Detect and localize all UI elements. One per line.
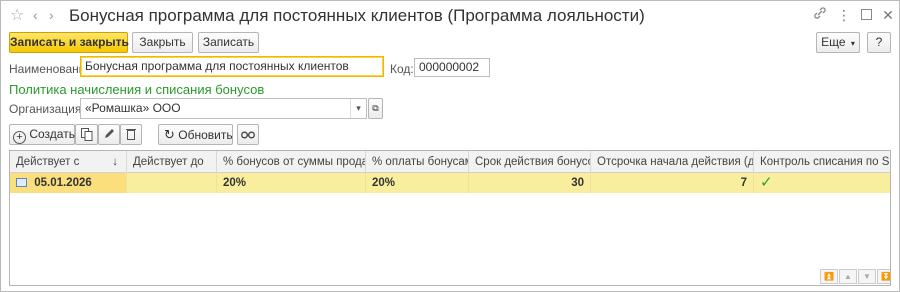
code-label: Код: (390, 62, 414, 76)
cell-from[interactable]: 05.01.2026 (10, 173, 127, 193)
record-icon (16, 178, 27, 187)
code-input[interactable]: 000000002 (414, 58, 490, 77)
more-button-label: Еще (821, 35, 846, 49)
save-and-close-button[interactable]: Записать и закрыть (9, 32, 129, 53)
cell-bonus-pct[interactable]: 20% (217, 173, 366, 193)
more-menu-icon[interactable]: ⋮ (835, 6, 853, 24)
cell-to[interactable] (127, 173, 217, 193)
column-header-pay-pct[interactable]: % оплаты бонусами (366, 151, 469, 173)
checkmark-icon: ✓ (760, 174, 773, 191)
back-arrow-icon[interactable]: ‹ (33, 8, 43, 22)
save-button[interactable]: Записать (198, 32, 259, 53)
organization-label: Организация: (9, 102, 85, 116)
plus-circle-icon: + (13, 131, 26, 144)
edit-pencil-icon[interactable] (98, 124, 120, 145)
delete-icon[interactable] (120, 124, 142, 145)
column-header-bonus-pct[interactable]: % бонусов от суммы продажи (217, 151, 366, 173)
column-header-validity[interactable]: Срок действия бонусов (469, 151, 591, 173)
policy-table: Действует с ↓ Действует до % бонусов от … (9, 150, 891, 286)
open-organization-icon[interactable]: ⧉ (368, 98, 383, 119)
close-button[interactable]: Закрыть (132, 32, 193, 53)
window-title: Бонусная программа для постоянных клиент… (69, 6, 645, 25)
dropdown-icon[interactable]: ▾ (350, 99, 366, 118)
column-header-sms[interactable]: Контроль списания по SMS (754, 151, 890, 173)
refresh-button-label: Обновить (178, 128, 233, 142)
favorite-star-icon[interactable]: ☆ (10, 5, 24, 25)
create-button[interactable]: + Создать (9, 124, 75, 145)
scroll-first-icon[interactable]: ⏫ (820, 269, 838, 284)
refresh-button[interactable]: ↻ Обновить (158, 124, 233, 145)
chevron-down-icon: ▾ (850, 39, 855, 48)
glasses-icon[interactable] (237, 124, 259, 145)
link-icon[interactable] (811, 6, 829, 24)
column-header-delay[interactable]: Отсрочка начала действия (дней) (591, 151, 754, 173)
cell-sms-control[interactable]: ✓ (754, 173, 890, 193)
cell-validity[interactable]: 30 (469, 173, 591, 193)
refresh-icon: ↻ (164, 127, 175, 142)
scroll-down-icon[interactable]: ▼ (858, 269, 876, 284)
table-row[interactable]: 05.01.2026 20% 20% 30 7 ✓ (10, 173, 890, 193)
help-button[interactable]: ? (867, 32, 891, 53)
scroll-last-icon[interactable]: ⏬ (877, 269, 890, 284)
copy-icon[interactable] (75, 124, 98, 145)
scroll-up-icon[interactable]: ▲ (839, 269, 857, 284)
title-bar: ☆ ‹ › Бонусная программа для постоянных … (1, 1, 899, 29)
cell-delay[interactable]: 7 (591, 173, 754, 193)
name-input[interactable]: Бонусная программа для постоянных клиент… (80, 56, 384, 77)
forward-arrow-icon[interactable]: › (49, 8, 59, 22)
section-title: Политика начисления и списания бонусов (9, 82, 265, 97)
cell-pay-pct[interactable]: 20% (366, 173, 469, 193)
create-button-label: Создать (29, 127, 75, 141)
sort-arrow-icon: ↓ (112, 156, 118, 168)
table-header: Действует с ↓ Действует до % бонусов от … (10, 151, 890, 173)
organization-input[interactable]: «Ромашка» ООО ▾ (80, 98, 367, 119)
close-icon[interactable]: ✕ (879, 6, 897, 24)
form-window: ☆ ‹ › Бонусная программа для постоянных … (0, 0, 900, 292)
more-button[interactable]: Еще ▾ (816, 32, 860, 53)
column-header-to[interactable]: Действует до (127, 151, 217, 173)
organization-value: «Ромашка» ООО (85, 101, 181, 115)
column-header-from[interactable]: Действует с ↓ (10, 151, 127, 173)
maximize-icon[interactable] (857, 6, 875, 24)
